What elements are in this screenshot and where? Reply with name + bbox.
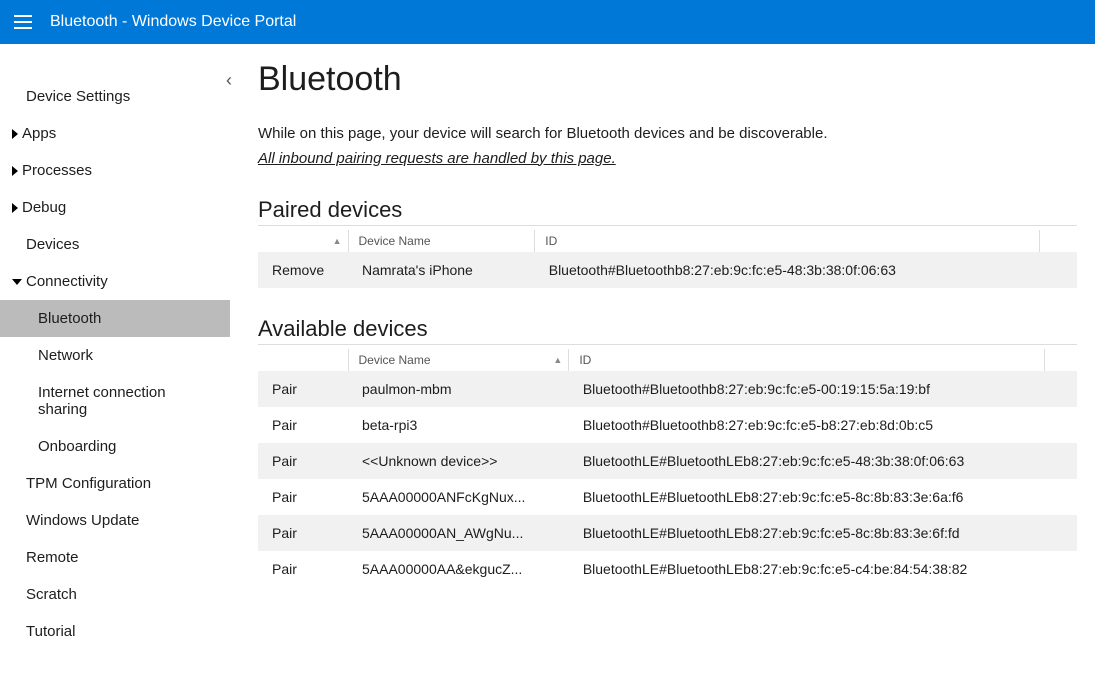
sidebar-item[interactable]: Windows Update <box>0 502 230 539</box>
pair-button[interactable]: Pair <box>258 443 348 479</box>
sidebar-item-label: Bluetooth <box>38 310 101 327</box>
page-description: While on this page, your device will sea… <box>258 123 1077 146</box>
pair-button[interactable]: Pair <box>258 371 348 407</box>
col-action[interactable] <box>258 349 348 371</box>
table-row: Pairbeta-rpi3Bluetooth#Bluetoothb8:27:eb… <box>258 407 1077 443</box>
sidebar-item[interactable]: Debug <box>0 189 230 226</box>
spacer-cell <box>1045 443 1077 479</box>
pair-button[interactable]: Pair <box>258 551 348 587</box>
sidebar-item[interactable]: Device Settings <box>0 78 230 115</box>
sidebar-item-label: Connectivity <box>26 273 108 290</box>
table-row: RemoveNamrata's iPhoneBluetooth#Bluetoot… <box>258 252 1077 288</box>
col-id[interactable]: ID <box>569 349 1045 371</box>
col-spacer <box>1045 349 1077 371</box>
app-header: Bluetooth - Windows Device Portal <box>0 0 1095 44</box>
sidebar-item[interactable]: Network <box>0 337 230 374</box>
sort-indicator-icon: ▲ <box>553 355 562 365</box>
caret-right-icon <box>12 203 18 213</box>
menu-icon[interactable] <box>14 15 32 29</box>
sidebar-item[interactable]: Connectivity <box>0 263 230 300</box>
sidebar-item-label: TPM Configuration <box>26 475 151 492</box>
spacer-cell <box>1039 252 1077 288</box>
sidebar-item-label: Scratch <box>26 586 77 603</box>
main-content: Bluetooth While on this page, your devic… <box>230 44 1095 678</box>
paired-devices-title: Paired devices <box>258 197 1077 226</box>
sidebar-item-label: Device Settings <box>26 88 130 105</box>
device-id-cell: Bluetooth#Bluetoothb8:27:eb:9c:fc:e5-00:… <box>569 371 1045 407</box>
device-id-cell: Bluetooth#Bluetoothb8:27:eb:9c:fc:e5-48:… <box>535 252 1040 288</box>
sidebar-item-label: Remote <box>26 549 79 566</box>
sidebar-item[interactable]: Internet connection sharing <box>0 374 230 428</box>
sidebar-item[interactable]: Apps <box>0 115 230 152</box>
table-row: Pair5AAA00000AN_AWgNu...BluetoothLE#Blue… <box>258 515 1077 551</box>
device-id-cell: BluetoothLE#BluetoothLEb8:27:eb:9c:fc:e5… <box>569 551 1045 587</box>
header-title: Bluetooth - Windows Device Portal <box>50 13 296 31</box>
sidebar-item[interactable]: Remote <box>0 539 230 576</box>
device-name-cell: 5AAA00000AN_AWgNu... <box>348 515 569 551</box>
sidebar-item[interactable]: Onboarding <box>0 428 230 465</box>
sort-indicator-icon: ▲ <box>333 236 342 246</box>
sidebar-item-label: Network <box>38 347 93 364</box>
table-row: Pair5AAA00000AA&ekgucZ...BluetoothLE#Blu… <box>258 551 1077 587</box>
sidebar-item-label: Tutorial <box>26 623 75 640</box>
table-row: Pairpaulmon-mbmBluetooth#Bluetoothb8:27:… <box>258 371 1077 407</box>
spacer-cell <box>1045 515 1077 551</box>
page-title: Bluetooth <box>258 60 1077 99</box>
device-name-cell: 5AAA00000AA&ekgucZ... <box>348 551 569 587</box>
col-id[interactable]: ID <box>535 230 1040 252</box>
sidebar-item[interactable]: Devices <box>0 226 230 263</box>
device-name-cell: paulmon-mbm <box>348 371 569 407</box>
col-spacer <box>1039 230 1077 252</box>
device-name-cell: 5AAA00000ANFcKgNux... <box>348 479 569 515</box>
sidebar-item-label: Debug <box>22 199 66 216</box>
sidebar-item-label: Windows Update <box>26 512 139 529</box>
pairing-note-link[interactable]: All inbound pairing requests are handled… <box>258 150 616 167</box>
table-row: Pair5AAA00000ANFcKgNux...BluetoothLE#Blu… <box>258 479 1077 515</box>
sidebar-item[interactable]: Bluetooth <box>0 300 230 337</box>
sidebar-item-label: Internet connection sharing <box>38 384 218 418</box>
sidebar-item-label: Onboarding <box>38 438 116 455</box>
available-devices-title: Available devices <box>258 316 1077 345</box>
device-name-cell: Namrata's iPhone <box>348 252 535 288</box>
device-id-cell: BluetoothLE#BluetoothLEb8:27:eb:9c:fc:e5… <box>569 443 1045 479</box>
paired-devices-table: ▲ Device Name ID RemoveNamrata's iPhoneB… <box>258 230 1077 288</box>
caret-down-icon <box>12 279 22 285</box>
caret-right-icon <box>12 166 18 176</box>
col-device-name[interactable]: Device Name▲ <box>348 349 569 371</box>
pair-button[interactable]: Pair <box>258 479 348 515</box>
sidebar: ‹ Device Settings Apps Processes Debug Devic… <box>0 44 230 678</box>
sidebar-item-label: Apps <box>22 125 56 142</box>
device-name-cell: beta-rpi3 <box>348 407 569 443</box>
sidebar-item[interactable]: Scratch <box>0 576 230 613</box>
caret-right-icon <box>12 129 18 139</box>
device-id-cell: BluetoothLE#BluetoothLEb8:27:eb:9c:fc:e5… <box>569 515 1045 551</box>
sidebar-item[interactable]: Processes <box>0 152 230 189</box>
sidebar-item[interactable]: Tutorial <box>0 613 230 650</box>
table-row: Pair<<Unknown device>>BluetoothLE#Blueto… <box>258 443 1077 479</box>
spacer-cell <box>1045 407 1077 443</box>
col-action[interactable]: ▲ <box>258 230 348 252</box>
spacer-cell <box>1045 551 1077 587</box>
pair-button[interactable]: Pair <box>258 407 348 443</box>
device-name-cell: <<Unknown device>> <box>348 443 569 479</box>
collapse-sidebar-icon[interactable]: ‹ <box>226 70 232 91</box>
device-id-cell: Bluetooth#Bluetoothb8:27:eb:9c:fc:e5-b8:… <box>569 407 1045 443</box>
pair-button[interactable]: Pair <box>258 515 348 551</box>
spacer-cell <box>1045 479 1077 515</box>
col-device-name[interactable]: Device Name <box>348 230 535 252</box>
device-id-cell: BluetoothLE#BluetoothLEb8:27:eb:9c:fc:e5… <box>569 479 1045 515</box>
sidebar-item-label: Devices <box>26 236 79 253</box>
sidebar-item-label: Processes <box>22 162 92 179</box>
spacer-cell <box>1045 371 1077 407</box>
remove-button[interactable]: Remove <box>258 252 348 288</box>
sidebar-item[interactable]: TPM Configuration <box>0 465 230 502</box>
available-devices-table: Device Name▲ ID Pairpaulmon-mbmBluetooth… <box>258 349 1077 587</box>
